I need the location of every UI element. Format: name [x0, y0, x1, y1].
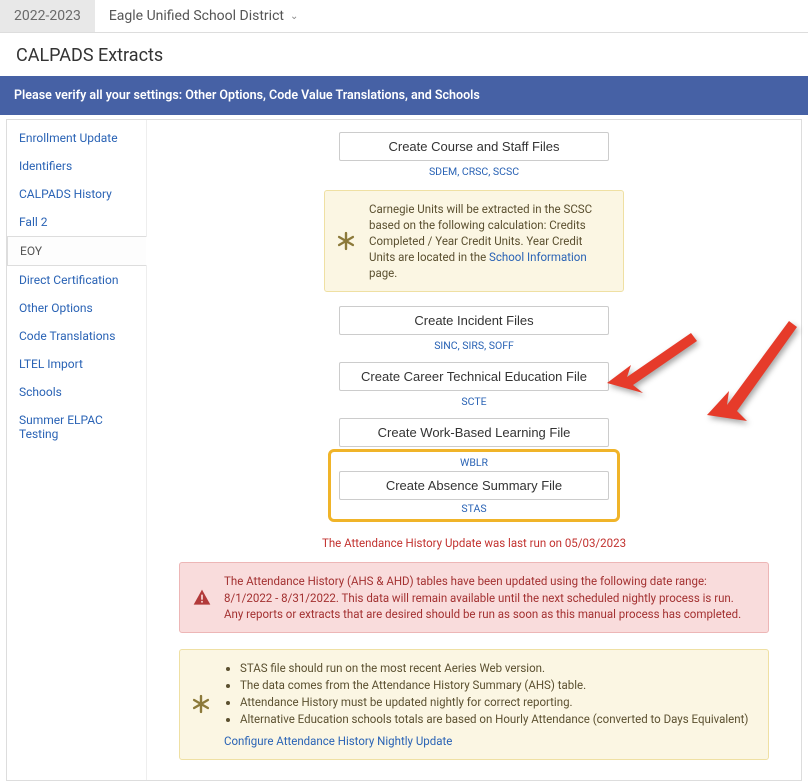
sidebar-item-eoy[interactable]: EOY [7, 236, 147, 266]
wbl-codes: WBLR [460, 456, 488, 469]
absence-codes: STAS [461, 502, 486, 515]
sidebar-item-code-translations[interactable]: Code Translations [7, 322, 146, 350]
stas-note-3: Attendance History must be updated night… [240, 694, 754, 710]
stas-note-2: The data comes from the Attendance Histo… [240, 677, 754, 693]
sidebar-item-identifiers[interactable]: Identifiers [7, 152, 146, 180]
create-cte-button[interactable]: Create Career Technical Education File [339, 362, 609, 391]
asterisk-icon [335, 230, 357, 252]
carnegie-note: Carnegie Units will be extracted in the … [324, 190, 624, 292]
absence-highlight-frame: WBLR Create Absence Summary File STAS [328, 449, 620, 522]
sidebar-item-schools[interactable]: Schools [7, 378, 146, 406]
stas-note-4: Alternative Education schools totals are… [240, 711, 754, 727]
create-absence-summary-button[interactable]: Create Absence Summary File [339, 471, 609, 500]
main-container: Enrollment Update Identifiers CALPADS Hi… [6, 119, 802, 781]
incident-codes: SINC, SIRS, SOFF [434, 339, 514, 352]
asterisk-icon [190, 693, 212, 715]
school-year-pill[interactable]: 2022-2023 [0, 0, 95, 32]
topbar: 2022-2023 Eagle Unified School District … [0, 0, 808, 33]
cte-codes: SCTE [461, 395, 486, 408]
verify-banner: Please verify all your settings: Other O… [0, 76, 808, 115]
sidebar-item-direct-certification[interactable]: Direct Certification [7, 266, 146, 294]
attendance-status-line: The Attendance History Update was last r… [322, 536, 626, 550]
stas-note-1: STAS file should run on the most recent … [240, 660, 754, 676]
content-panel: Create Course and Staff Files SDEM, CRSC… [147, 120, 801, 780]
sidebar-item-fall-2[interactable]: Fall 2 [7, 208, 146, 236]
sidebar-item-ltel-import[interactable]: LTEL Import [7, 350, 146, 378]
district-label: Eagle Unified School District [109, 8, 284, 24]
sidebar-item-summer-elpac-testing[interactable]: Summer ELPAC Testing [7, 406, 146, 448]
configure-nightly-update-link[interactable]: Configure Attendance History Nightly Upd… [224, 734, 452, 748]
carnegie-text-2: page. [369, 266, 397, 280]
district-dropdown[interactable]: Eagle Unified School District ⌄ [95, 0, 313, 32]
create-incident-button[interactable]: Create Incident Files [339, 306, 609, 335]
page-title: CALPADS Extracts [0, 33, 808, 76]
stas-notes-list: STAS file should run on the most recent … [224, 660, 754, 727]
stas-notes-box: STAS file should run on the most recent … [179, 649, 769, 760]
chevron-down-icon: ⌄ [290, 11, 298, 22]
sidebar-item-other-options[interactable]: Other Options [7, 294, 146, 322]
create-course-staff-button[interactable]: Create Course and Staff Files [339, 132, 609, 161]
sidebar-item-enrollment-update[interactable]: Enrollment Update [7, 124, 146, 152]
sidebar-item-calpads-history[interactable]: CALPADS History [7, 180, 146, 208]
school-information-link[interactable]: School Information [489, 250, 587, 264]
sidebar: Enrollment Update Identifiers CALPADS Hi… [7, 120, 147, 780]
course-staff-codes: SDEM, CRSC, SCSC [429, 165, 519, 178]
create-wbl-button[interactable]: Create Work-Based Learning File [339, 418, 609, 447]
